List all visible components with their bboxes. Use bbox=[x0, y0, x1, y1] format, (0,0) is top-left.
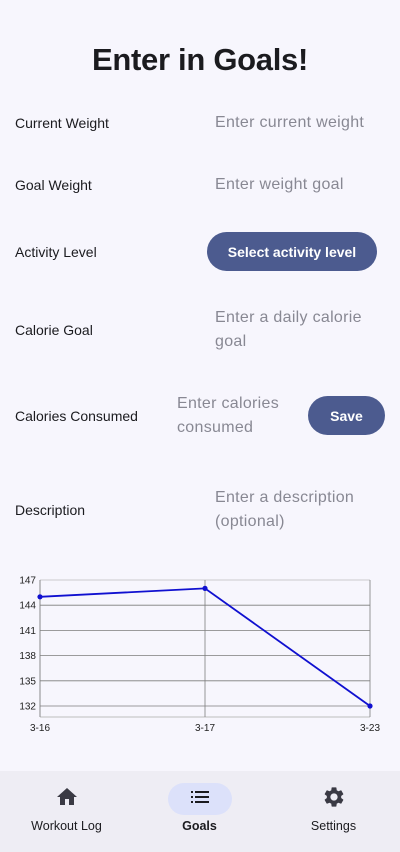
nav-item-settings[interactable]: Settings bbox=[267, 771, 400, 852]
calories-consumed-input[interactable] bbox=[177, 392, 297, 442]
data-point bbox=[37, 594, 43, 600]
bottom-navigation: Workout Log Goals Settings bbox=[0, 771, 400, 852]
weight-line-chart: 147 144 141 138 135 132 3-16 3-17 3-23 bbox=[19, 576, 380, 735]
nav-label-settings: Settings bbox=[310, 819, 357, 833]
x-tick-label: 3-23 bbox=[360, 723, 380, 734]
goal-weight-label: Goal Weight bbox=[15, 177, 92, 193]
select-activity-level-button[interactable]: Select activity level bbox=[207, 232, 377, 271]
x-tick-label: 3-16 bbox=[30, 723, 50, 734]
calorie-goal-input[interactable] bbox=[215, 306, 375, 356]
home-icon bbox=[55, 785, 79, 814]
calorie-goal-label: Calorie Goal bbox=[15, 322, 93, 338]
y-tick-label: 147 bbox=[19, 576, 36, 587]
description-input[interactable] bbox=[215, 486, 385, 536]
y-tick-label: 138 bbox=[19, 651, 36, 662]
x-tick-label: 3-17 bbox=[195, 723, 215, 734]
nav-item-goals[interactable]: Goals bbox=[133, 771, 266, 852]
current-weight-label: Current Weight bbox=[15, 115, 109, 131]
nav-pill bbox=[35, 783, 99, 815]
y-tick-label: 135 bbox=[19, 676, 36, 687]
nav-pill bbox=[302, 783, 366, 815]
data-point bbox=[367, 703, 373, 709]
data-point bbox=[202, 585, 208, 591]
y-tick-label: 141 bbox=[19, 626, 36, 637]
nav-label-goals: Goals bbox=[182, 819, 217, 833]
calories-consumed-label: Calories Consumed bbox=[15, 408, 138, 424]
y-tick-label: 132 bbox=[19, 702, 36, 713]
save-button[interactable]: Save bbox=[308, 396, 385, 435]
nav-label-workout-log: Workout Log bbox=[31, 819, 102, 833]
nav-pill-active bbox=[167, 783, 232, 815]
nav-item-workout-log[interactable]: Workout Log bbox=[0, 771, 133, 852]
page-title: Enter in Goals! bbox=[92, 42, 308, 77]
list-icon bbox=[188, 785, 212, 814]
goal-weight-input[interactable] bbox=[215, 172, 385, 198]
activity-level-label: Activity Level bbox=[15, 244, 97, 260]
current-weight-input[interactable] bbox=[215, 110, 385, 136]
description-label: Description bbox=[15, 502, 86, 518]
gear-icon bbox=[322, 785, 346, 814]
y-tick-label: 144 bbox=[19, 601, 36, 612]
